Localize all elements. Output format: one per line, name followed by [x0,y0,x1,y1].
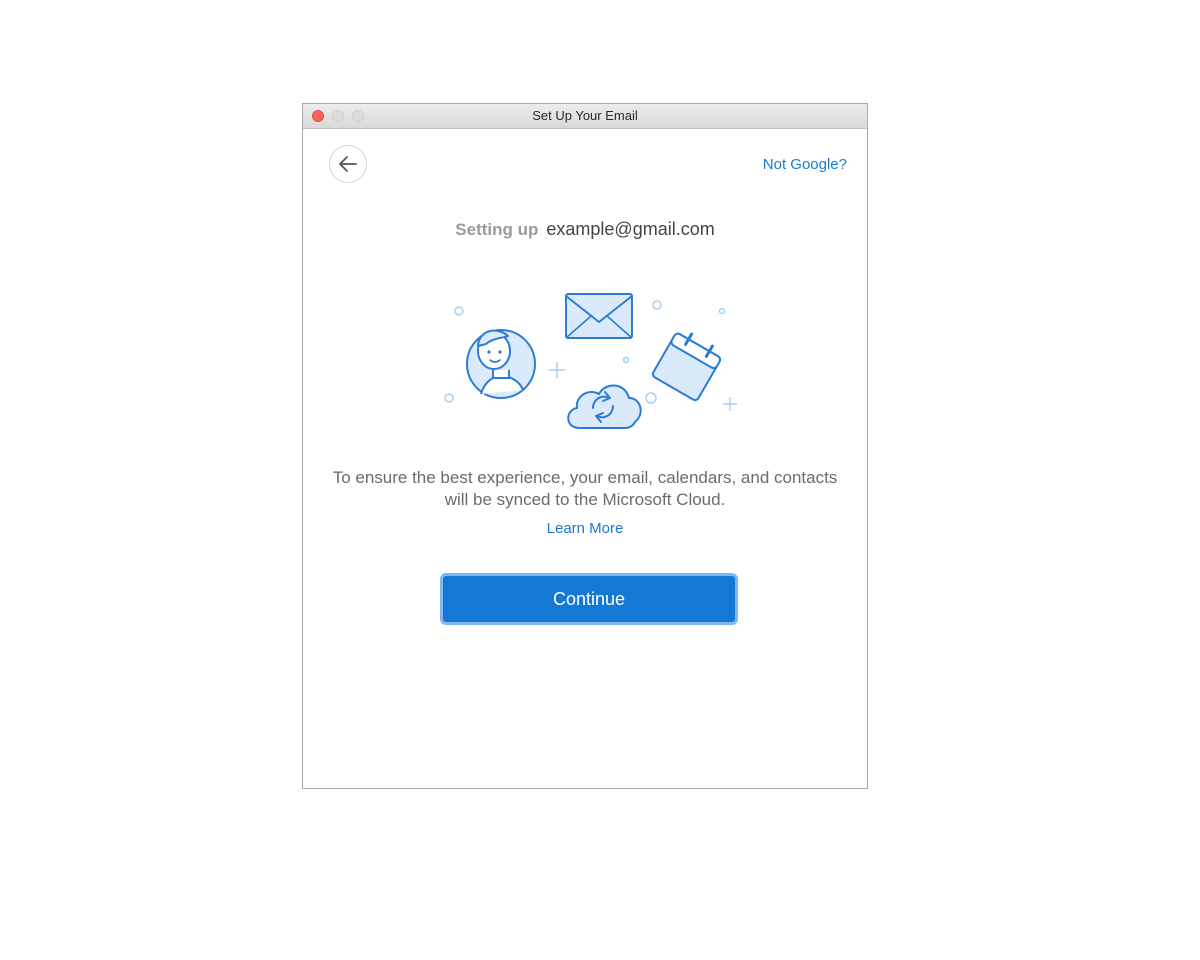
continue-button[interactable]: Continue [440,573,738,625]
setting-up-label: Setting up [455,220,539,239]
calendar-icon [651,332,722,402]
window-title: Set Up Your Email [532,108,638,123]
account-email: example@gmail.com [546,219,715,239]
setup-email-window: Set Up Your Email Not Google? Setting up… [302,103,868,789]
not-google-link[interactable]: Not Google? [763,156,847,173]
arrow-left-icon [339,156,357,172]
sync-notice-text: To ensure the best experience, your emai… [332,468,838,509]
learn-more-link[interactable]: Learn More [547,520,624,537]
back-button[interactable] [329,145,367,183]
setup-account-line: Setting up example@gmail.com [303,219,867,240]
person-avatar-icon [466,329,536,399]
sync-illustration [444,293,737,429]
learn-more-row: Learn More [303,520,867,537]
cloud-sync-icon [567,384,642,429]
envelope-icon [565,293,633,339]
title-bar: Set Up Your Email [303,104,867,129]
